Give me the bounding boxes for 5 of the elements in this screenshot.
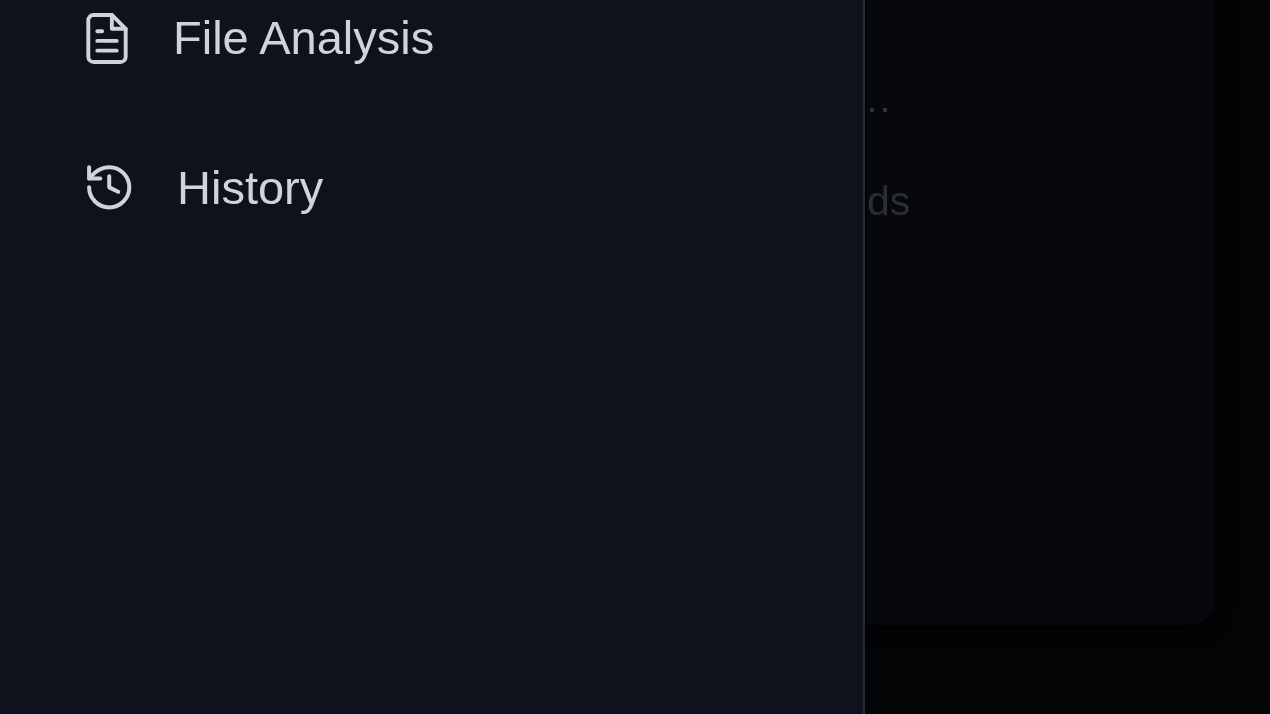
document-icon: [86, 12, 128, 64]
drawer-item[interactable]: History: [86, 160, 324, 216]
drawer-item[interactable]: File Analysis: [86, 10, 435, 66]
partial-text: ..: [867, 78, 893, 121]
history-icon: [86, 165, 132, 211]
